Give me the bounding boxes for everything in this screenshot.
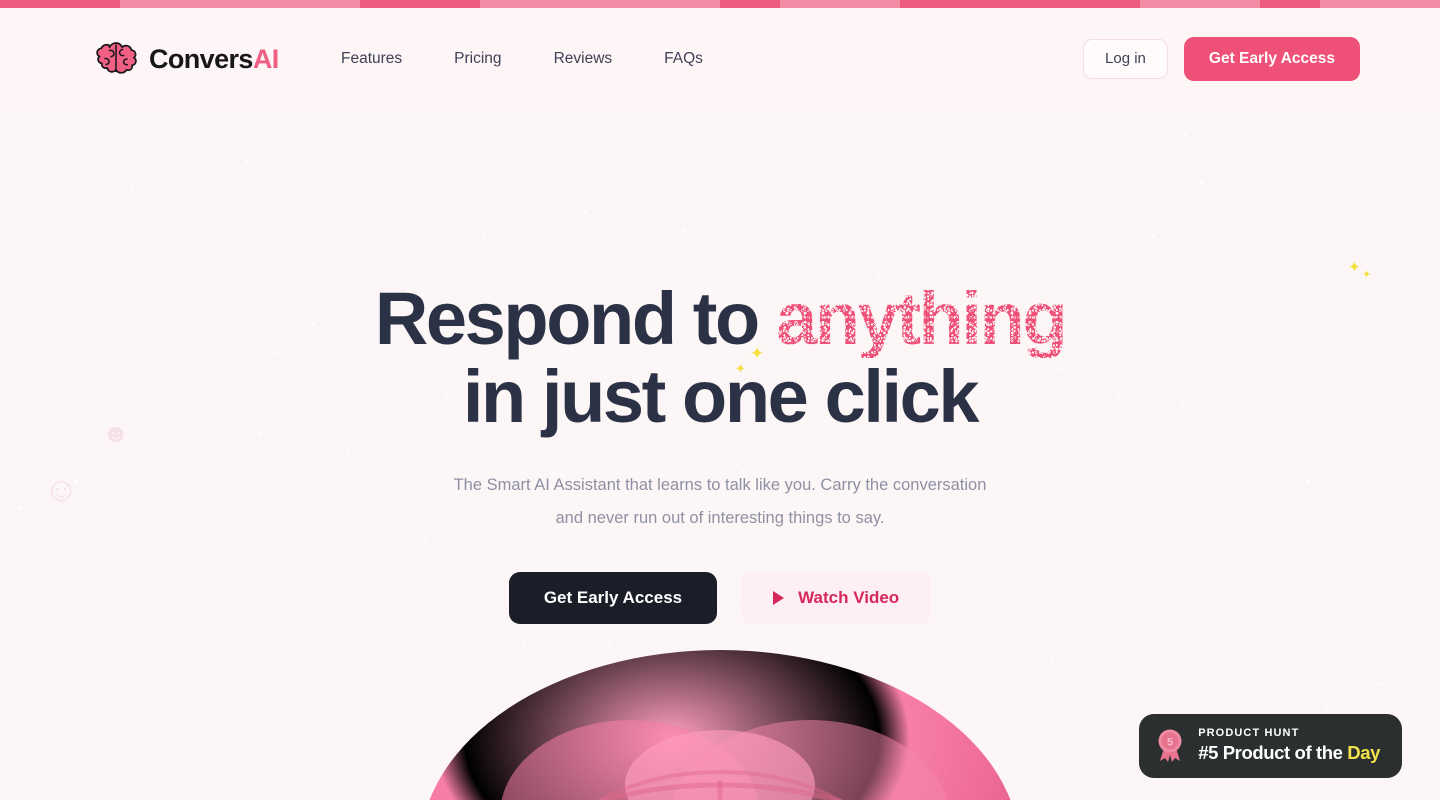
brand-logo[interactable]: ConversAI [96, 42, 279, 76]
product-hunt-badge[interactable]: 5 PRODUCT HUNT #5 Product of the Day [1139, 714, 1402, 778]
hero-subheading: The Smart AI Assistant that learns to ta… [453, 476, 987, 527]
product-hunt-medal-icon: 5 [1155, 728, 1185, 764]
landing-page: ConversAI Features Pricing Reviews FAQs … [0, 0, 1440, 800]
strip-segment-0 [0, 0, 120, 8]
headline-prefix: Respond to [374, 277, 776, 360]
page-title: Respond to anything in just one click [0, 280, 1440, 435]
main-navigation: Features Pricing Reviews FAQs [341, 42, 729, 76]
sparkle-icon-3: ✦ [812, 668, 831, 693]
header-actions: Log in Get Early Access [1083, 37, 1360, 81]
strip-segment-5 [780, 0, 900, 8]
strip-segment-4 [720, 0, 780, 8]
hero-get-early-access-button[interactable]: Get Early Access [508, 571, 718, 625]
brand-name-dark: Convers [149, 43, 253, 74]
nav-item-faqs[interactable]: FAQs [664, 42, 729, 76]
strip-segment-2 [360, 0, 480, 8]
product-hunt-texts: PRODUCT HUNT #5 Product of the Day [1198, 727, 1380, 764]
headline-line-1: Respond to anything [0, 280, 1440, 358]
strip-segment-9 [1320, 0, 1440, 8]
hero-cta-row: Get Early Access Watch Video [0, 571, 1440, 625]
hero-content: Respond to anything in just one click Th… [0, 110, 1440, 625]
hero-section: ☺ ☻ ✦ ✦ ✦ ✦ ✦ ✦ Respond to anything in j… [0, 110, 1440, 800]
strip-segment-1 [120, 0, 360, 8]
sparkle-icon-4: ✦ [838, 668, 857, 693]
product-hunt-title-main: #5 Product of the [1198, 742, 1348, 763]
strip-segment-3 [480, 0, 720, 8]
strip-segment-7 [1140, 0, 1260, 8]
headline-line-2: in just one click [462, 354, 980, 438]
brand-name: ConversAI [149, 43, 279, 74]
product-hunt-title: #5 Product of the Day [1198, 742, 1380, 764]
nav-item-reviews[interactable]: Reviews [554, 42, 639, 76]
strip-segment-6 [900, 0, 1140, 8]
watch-video-button[interactable]: Watch Video [741, 571, 932, 625]
top-color-strip [0, 0, 1440, 8]
headline-accent-word: anything [776, 277, 1068, 360]
watch-video-label: Watch Video [798, 587, 900, 607]
header-get-early-access-button[interactable]: Get Early Access [1183, 37, 1360, 81]
nav-item-pricing[interactable]: Pricing [454, 42, 527, 76]
strip-segment-8 [1260, 0, 1320, 8]
product-hunt-kicker: PRODUCT HUNT [1198, 727, 1300, 739]
nav-item-features[interactable]: Features [341, 42, 428, 76]
svg-text:5: 5 [1167, 736, 1173, 748]
product-hunt-title-highlight: Day [1347, 742, 1380, 763]
play-icon [773, 591, 785, 606]
site-header: ConversAI Features Pricing Reviews FAQs … [0, 8, 1440, 110]
login-button[interactable]: Log in [1083, 38, 1168, 80]
brain-icon [96, 42, 138, 76]
brand-name-accent: AI [252, 43, 279, 74]
